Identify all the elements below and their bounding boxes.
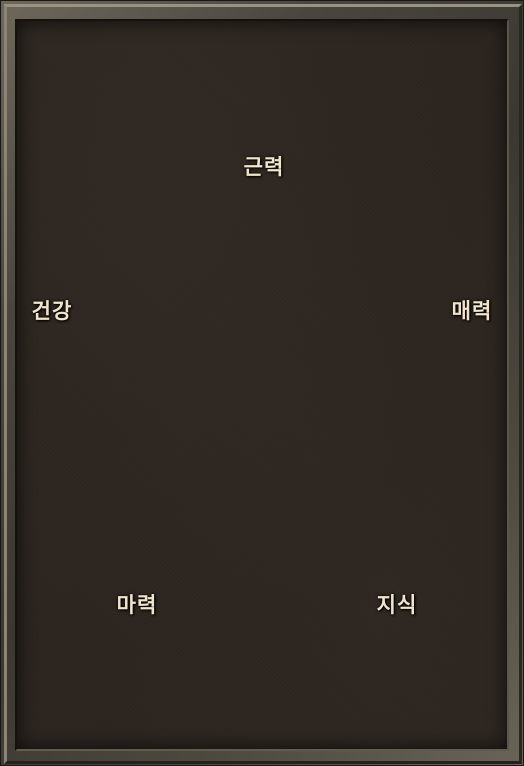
stat-label-knowledge: 지식 <box>376 592 418 617</box>
stat-label-magic: 마력 <box>116 592 158 617</box>
stat-panel-frame <box>0 0 524 766</box>
stat-label-strength: 근력 <box>243 154 285 179</box>
stat-label-health: 건강 <box>31 298 73 323</box>
stat-label-charm: 매력 <box>451 298 493 323</box>
stat-panel-background <box>15 19 509 751</box>
